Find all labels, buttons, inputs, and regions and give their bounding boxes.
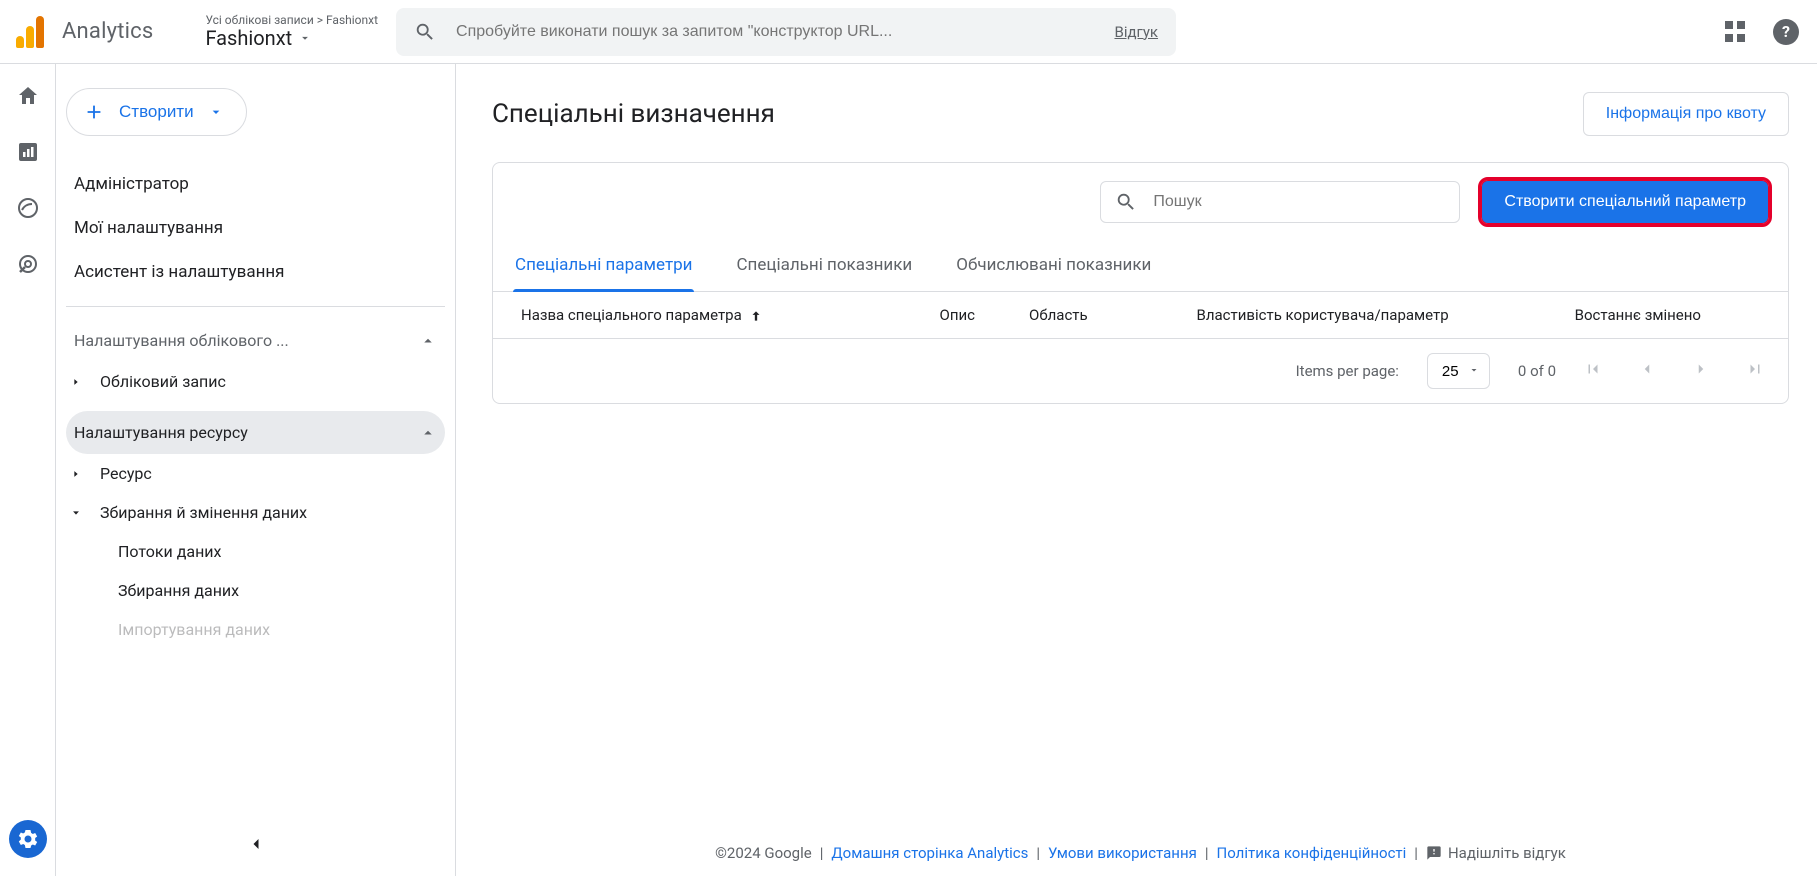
tab-calculated[interactable]: Обчислювані показники: [954, 245, 1153, 291]
collapse-sidebar-button[interactable]: [246, 834, 266, 858]
account-switcher[interactable]: Усі облікові записи > Fashionxt Fashionx…: [205, 14, 378, 49]
app-header: Analytics Усі облікові записи > Fashionx…: [0, 0, 1817, 64]
nav-my-settings[interactable]: Мої налаштування: [66, 206, 445, 250]
col-description[interactable]: Опис: [916, 292, 1000, 338]
nav-setup-assistant[interactable]: Асистент із налаштування: [66, 250, 445, 294]
col-name[interactable]: Назва спеціального параметра: [493, 292, 916, 338]
last-page-button[interactable]: [1746, 360, 1764, 382]
col-last-changed[interactable]: Востаннє змінено: [1528, 292, 1748, 338]
section-account-settings[interactable]: Налаштування облікового ...: [66, 319, 445, 362]
table-search-input[interactable]: [1151, 192, 1445, 212]
page-title: Спеціальні визначення: [492, 99, 775, 129]
search-icon: [414, 21, 436, 43]
first-page-button[interactable]: [1584, 360, 1602, 382]
items-per-page-label: Items per page:: [1296, 362, 1399, 380]
create-button[interactable]: Створити: [66, 88, 247, 136]
global-search[interactable]: Відгук: [396, 8, 1176, 56]
nav-administrator[interactable]: Адміністратор: [66, 162, 445, 206]
next-page-button[interactable]: [1692, 360, 1710, 382]
page-size-select[interactable]: 25: [1427, 353, 1490, 389]
tree-resource[interactable]: Ресурс: [66, 454, 445, 493]
chevron-left-icon: [246, 834, 266, 854]
copyright: ©2024 Google: [715, 844, 812, 862]
help-icon[interactable]: ?: [1773, 19, 1799, 45]
col-user-property[interactable]: Властивість користувача/параметр: [1118, 292, 1528, 338]
tree-data-collection[interactable]: Збирання й змінення даних: [66, 493, 445, 532]
plus-icon: [83, 101, 105, 123]
chevron-up-icon: [419, 332, 437, 350]
section-property-settings[interactable]: Налаштування ресурсу: [66, 411, 445, 454]
tree-data-streams[interactable]: Потоки даних: [66, 532, 445, 571]
create-button-label: Створити: [119, 102, 194, 122]
footer-send-feedback[interactable]: Надішліть відгук: [1426, 844, 1566, 862]
property-selector[interactable]: Fashionxt: [205, 27, 378, 49]
col-scope[interactable]: Область: [999, 292, 1118, 338]
analytics-logo-icon: [16, 16, 44, 48]
definitions-card: Створити спеціальний параметр Спеціальні…: [492, 162, 1789, 404]
chevron-up-icon: [419, 424, 437, 442]
advertising-icon[interactable]: [16, 252, 40, 280]
table-search[interactable]: [1100, 181, 1460, 223]
quota-info-button[interactable]: Інформація про квоту: [1583, 92, 1789, 136]
tree-collection[interactable]: Збирання даних: [66, 571, 445, 610]
tab-dimensions[interactable]: Спеціальні параметри: [513, 245, 694, 291]
admin-gear-icon[interactable]: [9, 820, 47, 858]
left-nav-rail: [0, 64, 56, 876]
footer-terms[interactable]: Умови використання: [1048, 844, 1197, 862]
page-footer: ©2024 Google| Домашня сторінка Analytics…: [492, 830, 1789, 876]
global-search-input[interactable]: [454, 22, 1096, 42]
tree-account-label: Обліковий запис: [100, 372, 226, 391]
footer-analytics-home[interactable]: Домашня сторінка Analytics: [831, 844, 1028, 862]
page-range: 0 of 0: [1518, 362, 1556, 380]
caret-down-icon: [71, 508, 81, 518]
create-dimension-button[interactable]: Створити спеціальний параметр: [1482, 181, 1768, 223]
feedback-icon: [1426, 845, 1442, 861]
main-content: Спеціальні визначення Інформація про кво…: [456, 64, 1817, 876]
caret-down-icon: [208, 104, 224, 120]
caret-right-icon: [71, 469, 81, 479]
tree-resource-label: Ресурс: [100, 464, 152, 483]
search-icon: [1115, 191, 1137, 213]
feedback-link[interactable]: Відгук: [1114, 23, 1158, 41]
reports-icon[interactable]: [16, 140, 40, 168]
explore-icon[interactable]: [16, 196, 40, 224]
footer-privacy[interactable]: Політика конфіденційності: [1217, 844, 1407, 862]
app-name: Analytics: [62, 19, 153, 44]
tree-import[interactable]: Імпортування даних: [66, 610, 445, 649]
tab-metrics[interactable]: Спеціальні показники: [734, 245, 914, 291]
home-icon[interactable]: [16, 84, 40, 112]
caret-right-icon: [71, 377, 81, 387]
section-account-settings-label: Налаштування облікового ...: [74, 331, 289, 350]
arrow-up-icon: [749, 309, 763, 323]
section-property-settings-label: Налаштування ресурсу: [74, 423, 248, 442]
admin-sidebar: Створити Адміністратор Мої налаштування …: [56, 64, 456, 876]
prev-page-button[interactable]: [1638, 360, 1656, 382]
tree-data-collection-label: Збирання й змінення даних: [100, 503, 307, 522]
dimensions-table: Назва спеціального параметра Опис Област…: [493, 292, 1788, 338]
caret-down-icon: [298, 31, 312, 45]
tabs: Спеціальні параметри Спеціальні показник…: [493, 231, 1788, 292]
apps-icon[interactable]: [1725, 21, 1747, 43]
tree-account[interactable]: Обліковий запис: [66, 362, 445, 401]
table-pager: Items per page: 25 0 of 0: [493, 338, 1788, 403]
property-name: Fashionxt: [205, 27, 292, 49]
